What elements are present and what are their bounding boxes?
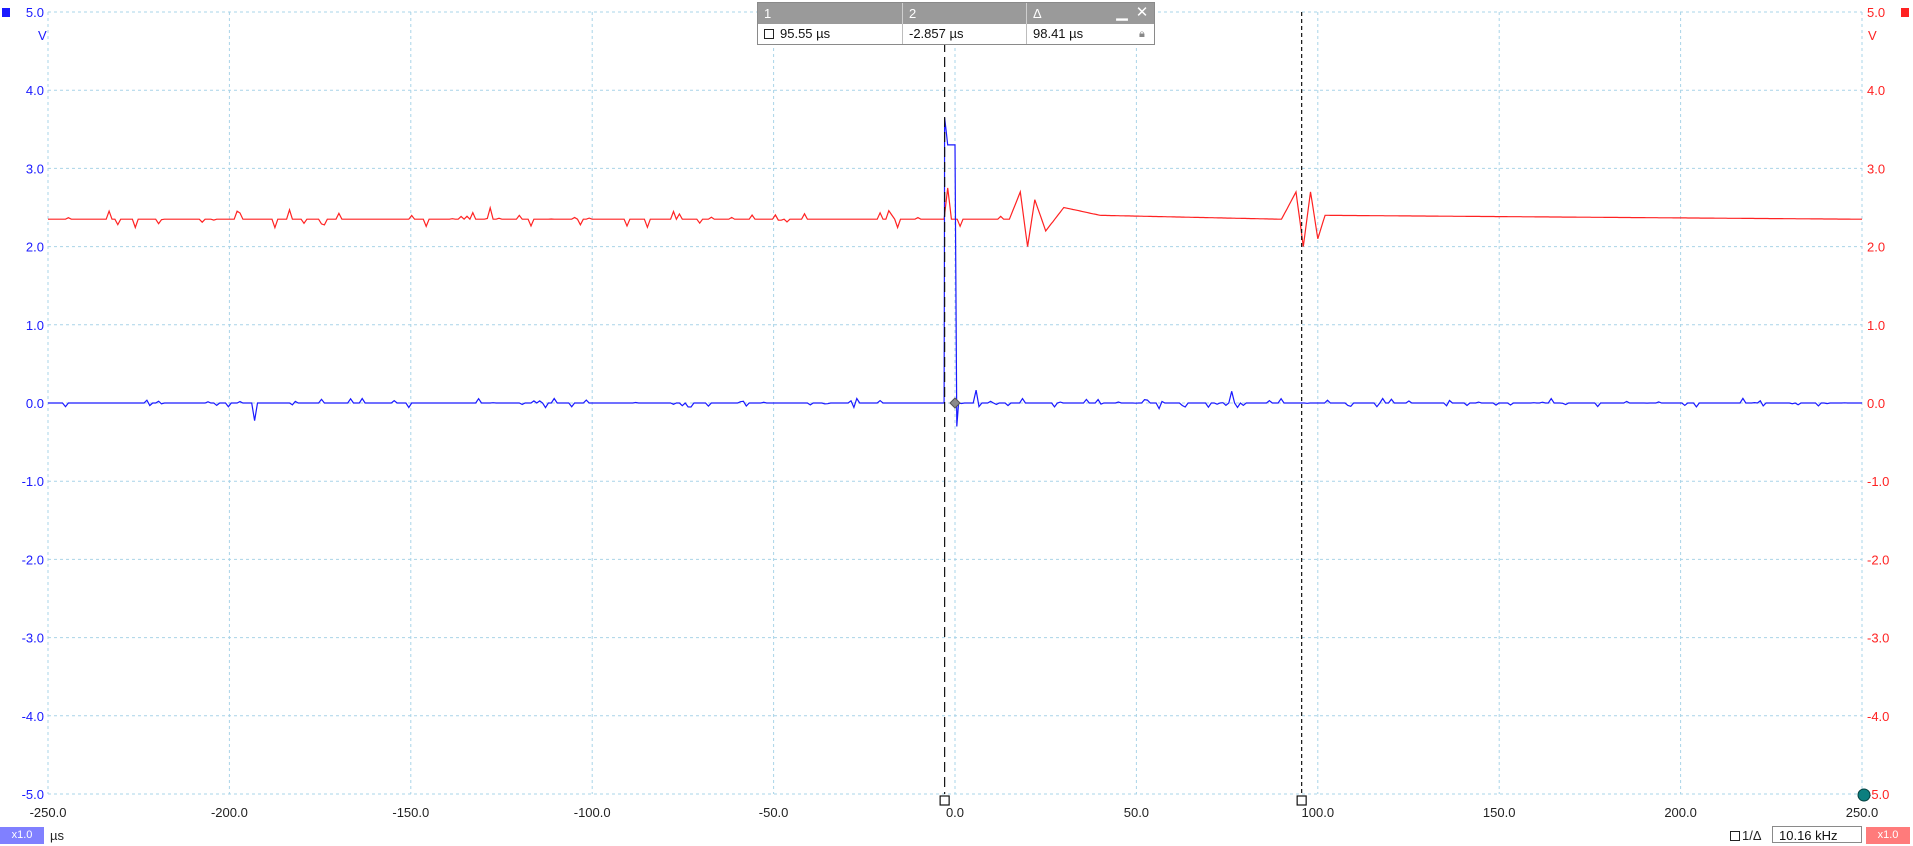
time-unit-label: µs bbox=[50, 828, 64, 843]
channel2-y-tick-label: 4.0 bbox=[1867, 83, 1885, 98]
cursor-square-icon bbox=[1730, 831, 1740, 841]
cursor-panel-values: 95.55 µs -2.857 µs 98.41 µs 🔒︎ bbox=[758, 24, 1154, 44]
scope-plot[interactable]: 5.0 4.0 3.0 2.0 1.0 0.0 -1.0 -2.0 -3.0 -4.0 -5.0 5… bbox=[0, 0, 1913, 846]
channel1-y-tick-label: 5.0 bbox=[26, 5, 44, 20]
channel1-indicator-icon[interactable] bbox=[2, 8, 10, 17]
time-tick-label: 150.0 bbox=[1483, 805, 1516, 820]
cursor2-value: -2.857 µs bbox=[903, 24, 1027, 44]
cursor-handle-icon[interactable] bbox=[1296, 795, 1307, 806]
cursor1-value: 95.55 µs bbox=[780, 26, 831, 41]
time-tick-label: -150.0 bbox=[392, 805, 429, 820]
time-tick-label: 0.0 bbox=[946, 805, 964, 820]
time-tick-label: -100.0 bbox=[574, 805, 611, 820]
channel1-y-tick-label: -3.0 bbox=[22, 631, 44, 646]
trigger-marker-icon[interactable] bbox=[1857, 788, 1871, 802]
cursor1-value-cell: 95.55 µs bbox=[758, 24, 903, 44]
channel2-y-tick-label: -2.0 bbox=[1867, 552, 1889, 567]
left-axis-ticks: 5.0 4.0 3.0 2.0 1.0 0.0 -1.0 -2.0 -3.0 -4.0 -5.0 bbox=[22, 5, 44, 802]
time-tick-label: 200.0 bbox=[1664, 805, 1697, 820]
channel1-y-tick-label: -2.0 bbox=[22, 552, 44, 567]
channel2-y-tick-label: -4.0 bbox=[1867, 709, 1889, 724]
frequency-readout: 1/Δ 10.16 kHz bbox=[1730, 826, 1864, 845]
lock-icon[interactable]: 🔒︎ bbox=[1139, 24, 1145, 44]
frequency-label-text: 1/Δ bbox=[1742, 828, 1762, 843]
time-tick-label: 50.0 bbox=[1124, 805, 1149, 820]
minimize-icon[interactable]: ▁ bbox=[1114, 5, 1130, 21]
time-tick-label: -250.0 bbox=[30, 805, 67, 820]
channel2-y-tick-label: -1.0 bbox=[1867, 474, 1889, 489]
delta-value-cell: 98.41 µs 🔒︎ bbox=[1027, 24, 1154, 44]
channel1-y-tick-label: 1.0 bbox=[26, 318, 44, 333]
right-axis-ticks: 5.04.03.02.01.00.0-1.0-2.0-3.0-4.0-5.0 bbox=[1867, 5, 1889, 802]
close-icon[interactable]: ✕ bbox=[1134, 5, 1150, 21]
delta-value: 98.41 µs bbox=[1033, 26, 1084, 41]
time-tick-label: -200.0 bbox=[211, 805, 248, 820]
channel2-y-tick-label: 5.0 bbox=[1867, 5, 1885, 20]
cursor-panel-header: 1 2 Δ ▁ ✕ bbox=[758, 3, 1154, 24]
time-tick-label: 100.0 bbox=[1302, 805, 1335, 820]
cursor-readout-panel[interactable]: 1 2 Δ ▁ ✕ 95.55 µs -2.857 µs 98.41 µs 🔒︎ bbox=[757, 2, 1155, 45]
channel1-unit: V bbox=[38, 28, 47, 43]
cursor-handle-icon[interactable] bbox=[939, 795, 950, 806]
channel2-y-tick-label: 1.0 bbox=[1867, 318, 1885, 333]
channel2-y-tick-label: 2.0 bbox=[1867, 240, 1885, 255]
channel2-scale-badge[interactable]: x1.0 bbox=[1866, 827, 1910, 844]
channel2-y-tick-label: -3.0 bbox=[1867, 631, 1889, 646]
frequency-label: 1/Δ bbox=[1730, 826, 1762, 845]
channel2-unit: V bbox=[1868, 28, 1877, 43]
channel2-y-tick-label: 0.0 bbox=[1867, 396, 1885, 411]
channel1-y-tick-label: 3.0 bbox=[26, 161, 44, 176]
channel1-y-tick-label: 4.0 bbox=[26, 83, 44, 98]
time-tick-label: 250.0 bbox=[1846, 805, 1879, 820]
cursors[interactable] bbox=[939, 12, 1307, 806]
cursor-square-icon bbox=[764, 29, 774, 39]
cursor2-header: 2 bbox=[903, 3, 1027, 24]
channel1-y-tick-label: -1.0 bbox=[22, 474, 44, 489]
channel2-indicator-icon[interactable] bbox=[1901, 8, 1909, 17]
channel2-y-tick-label: 3.0 bbox=[1867, 161, 1885, 176]
time-tick-label: -50.0 bbox=[759, 805, 789, 820]
frequency-value: 10.16 kHz bbox=[1772, 826, 1862, 843]
channel1-y-tick-label: -5.0 bbox=[22, 787, 44, 802]
cursor1-header: 1 bbox=[758, 3, 903, 24]
channel1-scale-badge[interactable]: x1.0 bbox=[0, 827, 44, 844]
channel1-y-tick-label: 2.0 bbox=[26, 240, 44, 255]
channel1-y-tick-label: -4.0 bbox=[22, 709, 44, 724]
time-axis-ticks: -250.0 -200.0 -150.0 -100.0 -50.0 0.0 50.0 100.… bbox=[30, 805, 1879, 820]
channel1-y-tick-label: 0.0 bbox=[26, 396, 44, 411]
